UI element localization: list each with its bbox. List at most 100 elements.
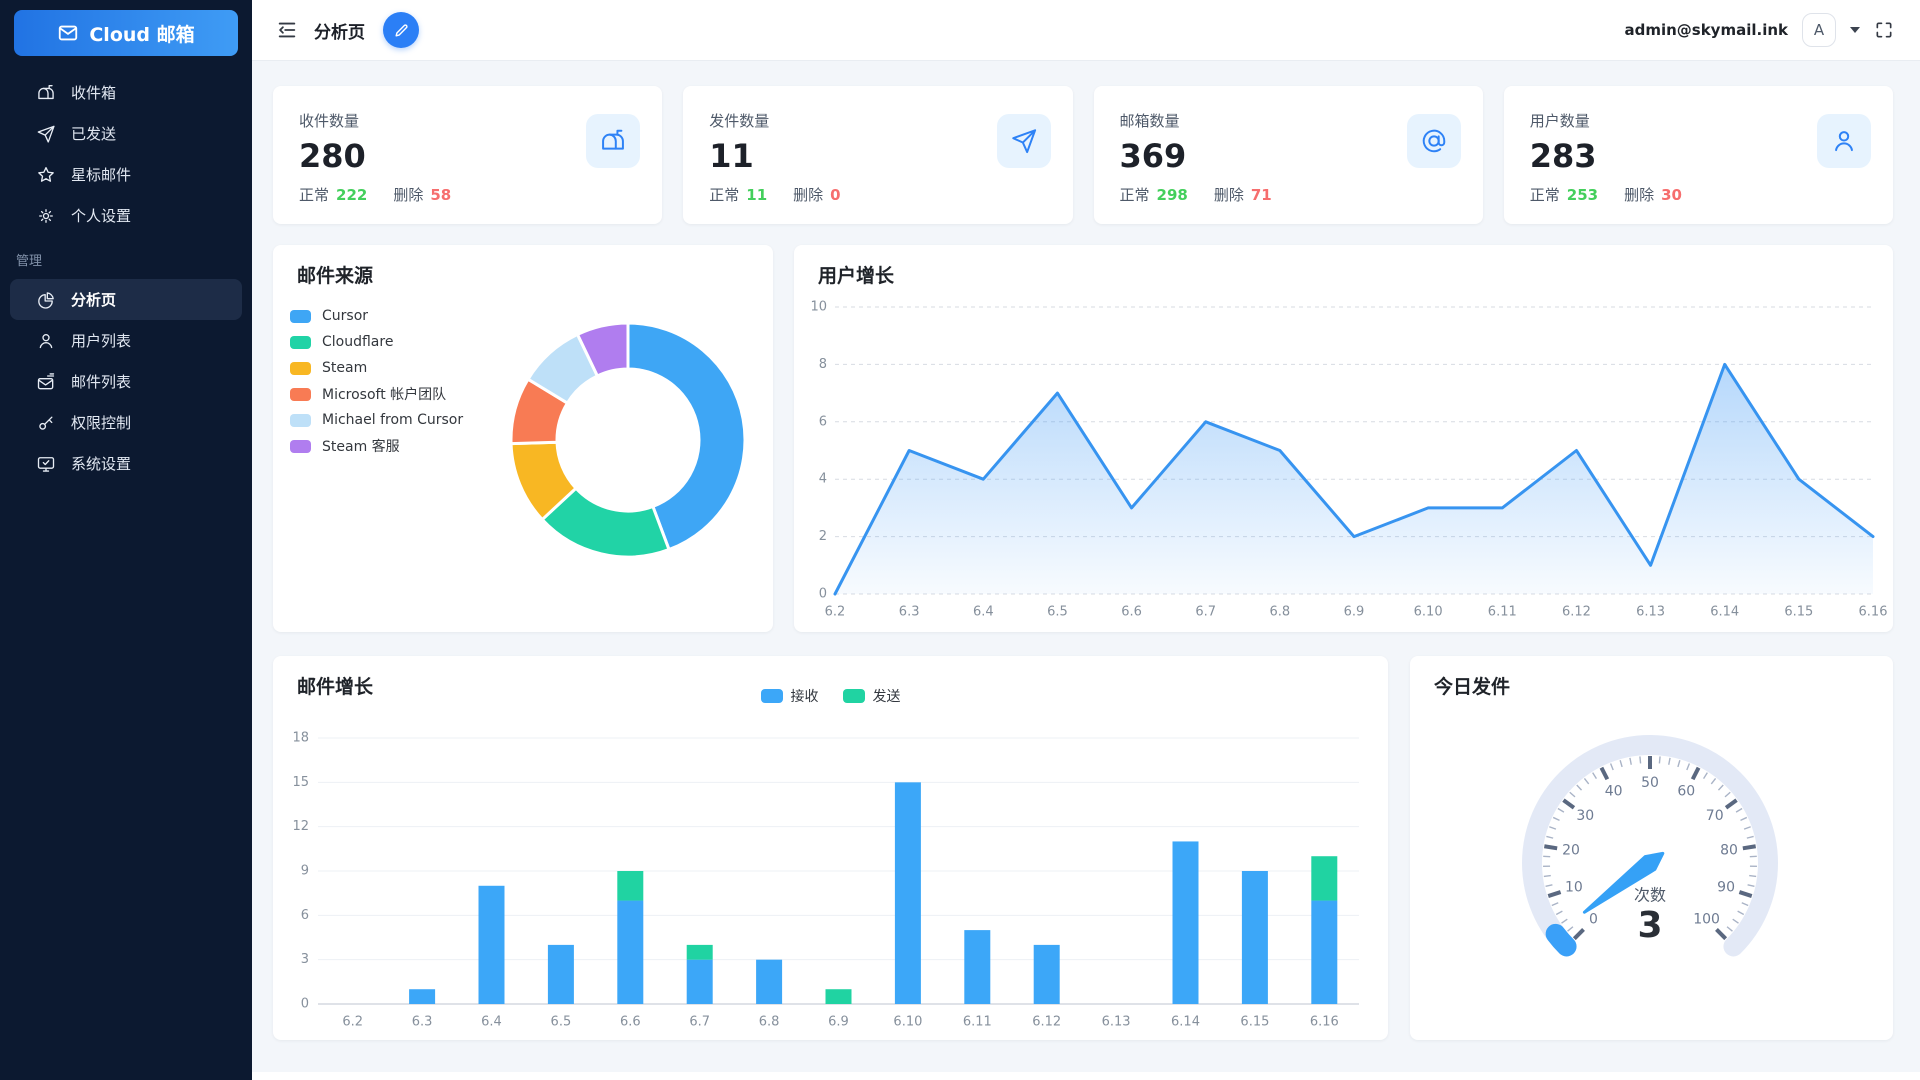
chevron-down-icon[interactable] bbox=[1850, 27, 1860, 33]
main-content: 收件数量280正常222删除58发件数量11正常11删除0邮箱数量369正常29… bbox=[252, 61, 1920, 1072]
svg-text:3: 3 bbox=[1637, 905, 1662, 946]
stat-card-3: 用户数量283正常253删除30 bbox=[1504, 86, 1893, 224]
svg-text:60: 60 bbox=[1677, 784, 1695, 800]
pie-legend-item-0[interactable]: Cursor bbox=[290, 303, 463, 329]
pie-icon bbox=[36, 290, 56, 310]
svg-text:40: 40 bbox=[1605, 784, 1623, 800]
sidebar-item-label: 收件箱 bbox=[71, 82, 116, 103]
stat-card-0: 收件数量280正常222删除58 bbox=[273, 86, 662, 224]
stat-footer: 正常11删除0 bbox=[709, 184, 1048, 205]
legend-swatch bbox=[761, 689, 783, 703]
svg-text:4: 4 bbox=[819, 472, 827, 487]
stat-footer: 正常253删除30 bbox=[1530, 184, 1869, 205]
stat-icon-box bbox=[1817, 114, 1871, 168]
sidebar-item-label: 分析页 bbox=[71, 289, 116, 310]
legend-label: Steam 客服 bbox=[322, 436, 400, 456]
svg-text:6.5: 6.5 bbox=[551, 1015, 572, 1030]
pie-legend-item-2[interactable]: Steam bbox=[290, 355, 463, 381]
page-title: 分析页 bbox=[314, 18, 365, 43]
svg-text:6.12: 6.12 bbox=[1562, 605, 1591, 620]
sidebar-section-label: 管理 bbox=[0, 236, 252, 277]
svg-text:6.5: 6.5 bbox=[1047, 605, 1068, 620]
fullscreen-icon[interactable] bbox=[1874, 19, 1896, 41]
svg-text:12: 12 bbox=[292, 819, 309, 834]
at-icon bbox=[1420, 127, 1448, 155]
app-logo[interactable]: Cloud 邮箱 bbox=[14, 10, 238, 56]
user-growth-card: 用户增长 02468106.26.36.46.56.66.76.86.96.10… bbox=[794, 245, 1893, 632]
sidebar-item-label: 星标邮件 bbox=[71, 164, 131, 185]
legend-swatch bbox=[290, 310, 311, 323]
svg-text:6: 6 bbox=[301, 908, 309, 923]
stat-icon-box bbox=[997, 114, 1051, 168]
sidebar-item-mail-list[interactable]: 邮件列表 bbox=[10, 361, 242, 402]
sidebar-item-system-settings[interactable]: 系统设置 bbox=[10, 443, 242, 484]
sidebar-item-personal[interactable]: 个人设置 bbox=[10, 195, 242, 236]
pie-legend: Cursor Cloudflare Steam Microsoft 帐户团队 Micha… bbox=[290, 303, 463, 459]
sidebar-item-user-list[interactable]: 用户列表 bbox=[10, 320, 242, 361]
svg-text:6.13: 6.13 bbox=[1636, 605, 1665, 620]
pie-legend-item-5[interactable]: Steam 客服 bbox=[290, 433, 463, 459]
stat-footer: 正常298删除71 bbox=[1120, 184, 1459, 205]
svg-text:10: 10 bbox=[1565, 880, 1583, 896]
pie-legend-item-1[interactable]: Cloudflare bbox=[290, 329, 463, 355]
legend-label: Cursor bbox=[322, 308, 368, 324]
svg-text:6.10: 6.10 bbox=[1414, 605, 1443, 620]
legend-label: 发送 bbox=[873, 686, 901, 706]
sidebar-nav: 收件箱已发送星标邮件个人设置 bbox=[0, 72, 252, 236]
svg-text:100: 100 bbox=[1693, 912, 1720, 928]
bar-legend-item-0[interactable]: 接收 bbox=[761, 686, 819, 706]
svg-text:6.15: 6.15 bbox=[1240, 1015, 1269, 1030]
stat-icon-box bbox=[1407, 114, 1461, 168]
svg-text:6.3: 6.3 bbox=[899, 605, 920, 620]
gear-icon bbox=[36, 206, 56, 226]
collapse-sidebar-icon[interactable] bbox=[276, 19, 298, 41]
legend-label: Cloudflare bbox=[322, 334, 393, 350]
svg-text:6.16: 6.16 bbox=[1859, 605, 1888, 620]
sidebar: Cloud 邮箱 收件箱已发送星标邮件个人设置 管理 分析页用户列表邮件列表权限… bbox=[0, 0, 252, 1080]
edit-button[interactable] bbox=[383, 12, 419, 48]
svg-text:0: 0 bbox=[1589, 912, 1598, 928]
sidebar-item-sent[interactable]: 已发送 bbox=[10, 113, 242, 154]
svg-text:0: 0 bbox=[301, 997, 309, 1012]
svg-text:9: 9 bbox=[301, 864, 309, 879]
sidebar-item-label: 邮件列表 bbox=[71, 371, 131, 392]
stat-footer: 正常222删除58 bbox=[299, 184, 638, 205]
svg-text:次数: 次数 bbox=[1634, 886, 1666, 905]
mailbox-icon bbox=[36, 83, 56, 103]
legend-label: Steam bbox=[322, 360, 367, 376]
monitor-check-icon bbox=[36, 454, 56, 474]
svg-text:18: 18 bbox=[292, 731, 309, 746]
sidebar-item-label: 用户列表 bbox=[71, 330, 131, 351]
user-icon bbox=[36, 331, 56, 351]
legend-label: Michael from Cursor bbox=[322, 412, 463, 428]
today-sent-title: 今日发件 bbox=[1434, 672, 1510, 699]
sidebar-item-permissions[interactable]: 权限控制 bbox=[10, 402, 242, 443]
svg-text:6.7: 6.7 bbox=[1195, 605, 1216, 620]
pie-legend-item-3[interactable]: Microsoft 帐户团队 bbox=[290, 381, 463, 407]
mail-growth-card: 邮件增长 接收发送 03691215186.26.36.46.56.66.76.… bbox=[273, 656, 1388, 1040]
topbar-right: admin@skymail.ink A bbox=[1624, 13, 1896, 47]
svg-text:15: 15 bbox=[292, 775, 309, 790]
legend-swatch bbox=[290, 362, 311, 375]
stat-card-1: 发件数量11正常11删除0 bbox=[683, 86, 1072, 224]
svg-text:90: 90 bbox=[1717, 880, 1735, 896]
svg-text:6.6: 6.6 bbox=[1121, 605, 1142, 620]
envelope-icon bbox=[57, 22, 79, 44]
svg-text:0: 0 bbox=[819, 587, 827, 602]
legend-swatch bbox=[843, 689, 865, 703]
sidebar-item-inbox[interactable]: 收件箱 bbox=[10, 72, 242, 113]
sidebar-item-starred[interactable]: 星标邮件 bbox=[10, 154, 242, 195]
svg-text:6.3: 6.3 bbox=[412, 1015, 433, 1030]
app-root: Cloud 邮箱 收件箱已发送星标邮件个人设置 管理 分析页用户列表邮件列表权限… bbox=[0, 0, 1920, 1080]
sidebar-item-analytics[interactable]: 分析页 bbox=[10, 279, 242, 320]
avatar[interactable]: A bbox=[1802, 13, 1836, 47]
svg-text:6.15: 6.15 bbox=[1784, 605, 1813, 620]
topbar: 分析页 admin@skymail.ink A bbox=[252, 0, 1920, 61]
mailbox-icon bbox=[599, 127, 627, 155]
mail-sources-card: 邮件来源 CursorCloudflareSteamMicrosoft 帐户团队… bbox=[273, 245, 773, 632]
legend-swatch bbox=[290, 414, 311, 427]
svg-text:6.8: 6.8 bbox=[759, 1015, 780, 1030]
pie-legend-item-4[interactable]: Michael from Cursor bbox=[290, 407, 463, 433]
sidebar-item-label: 已发送 bbox=[71, 123, 116, 144]
bar-legend-item-1[interactable]: 发送 bbox=[843, 686, 901, 706]
